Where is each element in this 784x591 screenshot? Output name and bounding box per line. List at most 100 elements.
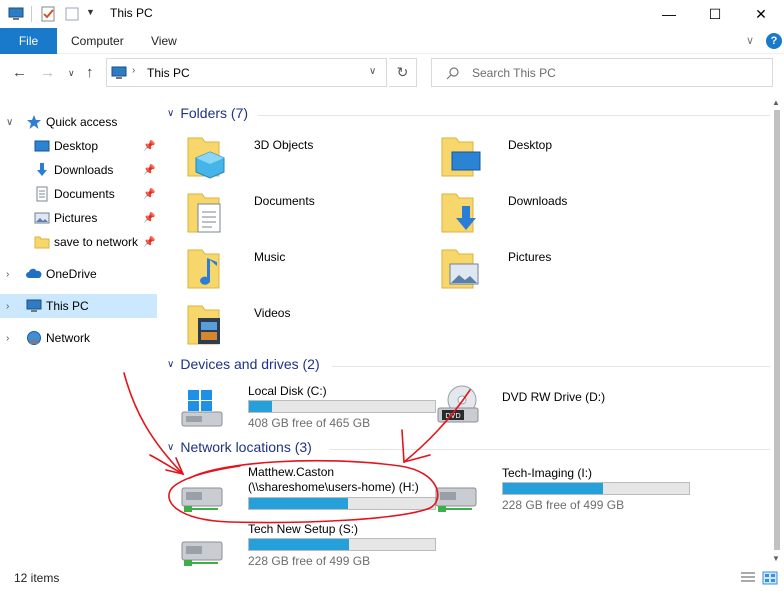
forward-arrow-icon[interactable]: → bbox=[40, 64, 55, 81]
folder-desktop[interactable]: Desktop bbox=[438, 134, 688, 186]
properties-icon[interactable] bbox=[40, 6, 56, 22]
desktop-folder-icon bbox=[441, 137, 481, 177]
folder-downloads[interactable]: Downloads bbox=[438, 190, 688, 242]
pin-icon[interactable]: 📌 bbox=[143, 189, 155, 200]
drive-label: Tech-Imaging (I:) bbox=[502, 466, 593, 480]
tab-file[interactable]: File bbox=[0, 28, 57, 54]
expand-ribbon-chevron-icon[interactable]: ∨ bbox=[746, 34, 754, 47]
sidebar-item-label: Network bbox=[46, 331, 91, 345]
group-divider bbox=[330, 449, 770, 450]
collapse-chevron-icon[interactable]: ∨ bbox=[167, 108, 174, 119]
ribbon-tabs: File Computer View ∨ ? bbox=[0, 28, 784, 54]
computer-icon[interactable] bbox=[8, 6, 24, 22]
sidebar-item-label: OneDrive bbox=[46, 267, 97, 281]
drive-free-space: 228 GB free of 499 GB bbox=[502, 498, 625, 512]
drive-dvd-rw-d[interactable]: DVD DVD RW Drive (D:) bbox=[432, 382, 682, 434]
search-box[interactable]: Search This PC bbox=[431, 58, 773, 87]
drive-label-path: (\\shareshome\users-home) (H:) bbox=[248, 480, 419, 494]
sidebar-item-network[interactable]: › Network bbox=[0, 326, 157, 350]
sidebar-item-downloads[interactable]: Downloads 📌 bbox=[0, 158, 157, 182]
close-button[interactable]: ✕ bbox=[738, 0, 784, 28]
pin-icon[interactable]: 📌 bbox=[143, 213, 155, 224]
documents-icon bbox=[36, 186, 48, 202]
drive-local-disk-c[interactable]: Local Disk (C:) 408 GB free of 465 GB bbox=[178, 382, 440, 434]
sidebar-item-pictures[interactable]: Pictures 📌 bbox=[0, 206, 157, 230]
address-bar[interactable]: › This PC ∨ bbox=[106, 58, 387, 87]
dvd-badge: DVD bbox=[445, 412, 460, 420]
group-title: Folders (7) bbox=[180, 105, 249, 121]
collapse-chevron-icon[interactable]: ∨ bbox=[167, 442, 174, 453]
sidebar-item-save-to-network[interactable]: save to network 📌 bbox=[0, 230, 157, 254]
back-arrow-icon[interactable]: ← bbox=[12, 64, 27, 81]
collapse-chevron-icon[interactable]: ∨ bbox=[6, 117, 13, 128]
this-pc-icon bbox=[111, 66, 127, 79]
sidebar-item-label: This PC bbox=[46, 299, 89, 313]
folder-label: Desktop bbox=[508, 138, 553, 152]
drive-usage-fill bbox=[249, 539, 350, 550]
drive-usage-bar bbox=[248, 400, 436, 413]
folder-documents[interactable]: Documents bbox=[184, 190, 434, 242]
maximize-button[interactable]: ☐ bbox=[692, 0, 738, 28]
address-dropdown-chevron-icon[interactable]: ∨ bbox=[369, 66, 376, 77]
folder-icon bbox=[34, 236, 50, 249]
dvd-drive-icon: DVD bbox=[437, 385, 479, 423]
pin-icon[interactable]: 📌 bbox=[143, 237, 155, 248]
tab-view[interactable]: View bbox=[151, 34, 177, 48]
search-icon bbox=[446, 67, 459, 80]
details-view-icon[interactable] bbox=[740, 571, 756, 585]
pictures-icon bbox=[34, 212, 50, 224]
drive-usage-fill bbox=[249, 498, 348, 509]
expand-chevron-icon[interactable]: › bbox=[6, 269, 9, 280]
sidebar-item-label: Documents bbox=[54, 187, 115, 201]
pin-icon[interactable]: 📌 bbox=[143, 141, 155, 152]
folder-music[interactable]: Music bbox=[184, 246, 434, 298]
expand-chevron-icon[interactable]: › bbox=[6, 333, 9, 344]
group-divider bbox=[258, 115, 770, 116]
folder-videos[interactable]: Videos bbox=[184, 302, 434, 354]
drive-label: Matthew.Caston bbox=[248, 465, 335, 479]
sidebar-item-label: Desktop bbox=[54, 139, 99, 153]
customize-toolbar-chevron-icon[interactable]: ▼ bbox=[86, 7, 95, 17]
address-path[interactable]: This PC bbox=[147, 66, 190, 80]
minimize-button[interactable]: — bbox=[646, 0, 692, 28]
scroll-up-arrow-icon[interactable]: ▲ bbox=[772, 98, 780, 107]
pin-icon[interactable]: 📌 bbox=[143, 165, 155, 176]
network-drive-i[interactable]: Tech-Imaging (I:) 228 GB free of 499 GB bbox=[432, 466, 694, 518]
collapse-chevron-icon[interactable]: ∨ bbox=[167, 359, 174, 370]
drive-free-space: 408 GB free of 465 GB bbox=[248, 416, 371, 430]
videos-folder-icon bbox=[187, 305, 220, 345]
folder-pictures[interactable]: Pictures bbox=[438, 246, 688, 298]
pictures-folder-icon bbox=[441, 249, 479, 289]
folder-label: Downloads bbox=[508, 194, 568, 208]
sidebar-item-onedrive[interactable]: › OneDrive bbox=[0, 262, 157, 286]
network-icon bbox=[27, 331, 41, 345]
recent-locations-chevron-icon[interactable]: ∨ bbox=[68, 68, 75, 79]
sidebar-item-documents[interactable]: Documents 📌 bbox=[0, 182, 157, 206]
scrollbar-thumb[interactable] bbox=[774, 110, 780, 550]
scroll-down-arrow-icon[interactable]: ▼ bbox=[772, 554, 780, 563]
devices-group-header[interactable]: ∨ Devices and drives (2) bbox=[167, 356, 320, 372]
folders-group-header[interactable]: ∨ Folders (7) bbox=[167, 105, 248, 121]
group-title: Devices and drives (2) bbox=[180, 356, 320, 372]
drive-label: DVD RW Drive (D:) bbox=[502, 390, 606, 404]
vertical-scrollbar[interactable]: ▲ ▼ bbox=[770, 96, 784, 566]
folder-3d-objects[interactable]: 3D Objects bbox=[184, 134, 434, 186]
this-pc-icon bbox=[26, 299, 42, 312]
large-icons-view-icon[interactable] bbox=[762, 571, 778, 585]
expand-chevron-icon[interactable]: › bbox=[6, 301, 9, 312]
sidebar-item-quick-access[interactable]: ∨ Quick access bbox=[0, 110, 157, 134]
breadcrumb-separator-icon[interactable]: › bbox=[132, 65, 135, 76]
help-button[interactable]: ? bbox=[766, 33, 782, 49]
item-count: 12 items bbox=[14, 571, 60, 585]
sidebar-item-this-pc[interactable]: › This PC bbox=[0, 294, 157, 318]
up-arrow-icon[interactable]: ↑ bbox=[86, 64, 94, 81]
tab-computer[interactable]: Computer bbox=[71, 34, 124, 48]
refresh-button[interactable]: ↻ bbox=[389, 58, 417, 87]
new-folder-icon[interactable] bbox=[64, 6, 80, 22]
sidebar-item-desktop[interactable]: Desktop 📌 bbox=[0, 134, 157, 158]
network-drive-h[interactable]: Matthew.Caston (\\shareshome\users-home)… bbox=[178, 465, 440, 518]
onedrive-cloud-icon bbox=[26, 268, 42, 278]
search-input[interactable]: Search This PC bbox=[472, 66, 556, 80]
network-locations-group-header[interactable]: ∨ Network locations (3) bbox=[167, 439, 312, 455]
group-title: Network locations (3) bbox=[180, 439, 312, 455]
